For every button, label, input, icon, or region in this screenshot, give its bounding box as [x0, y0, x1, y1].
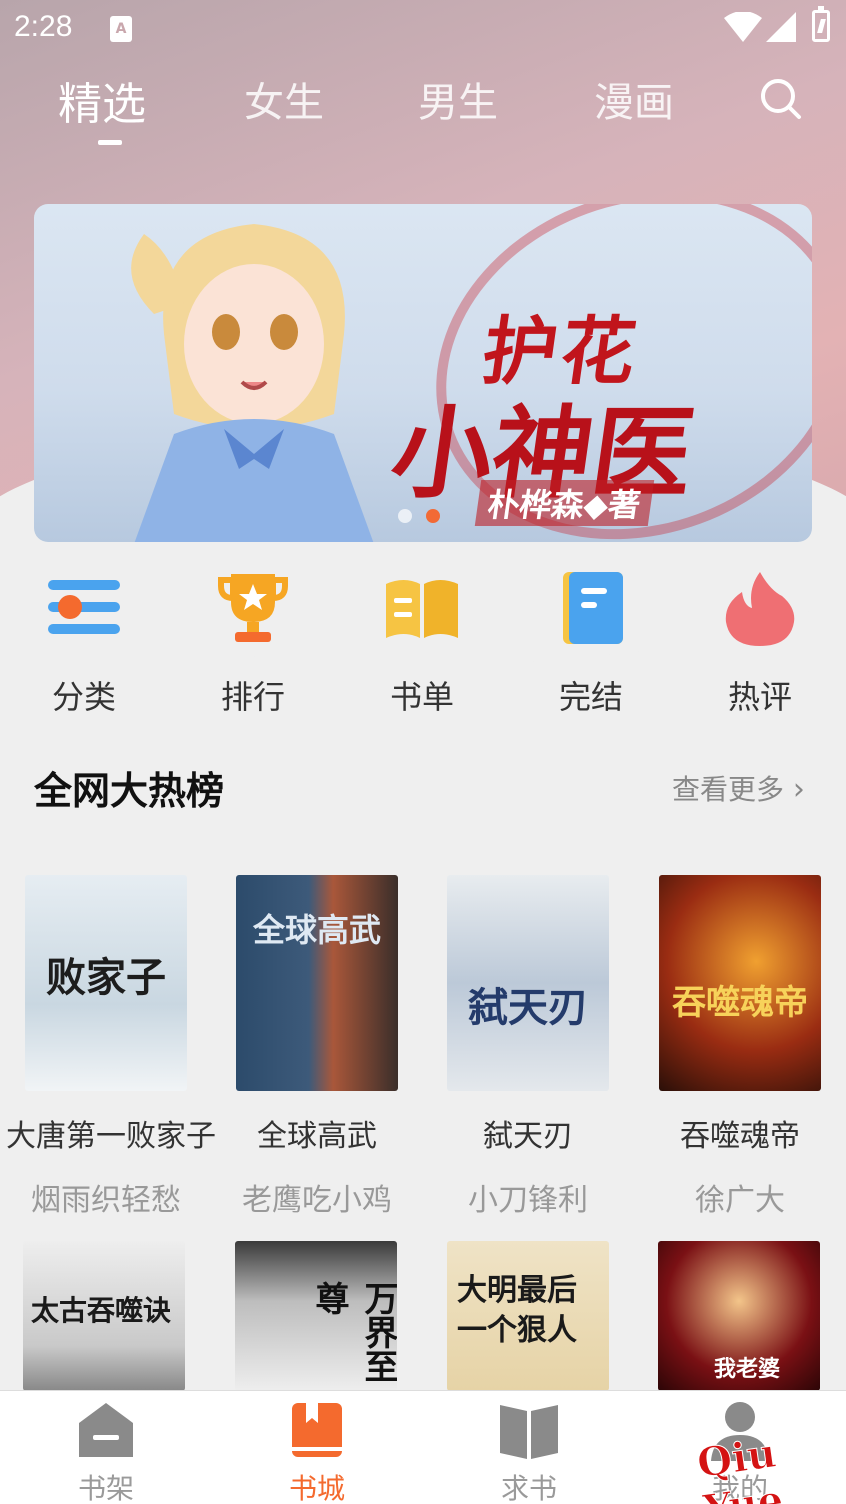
chevron-right-icon: › — [792, 772, 805, 807]
nav-label: 书城 — [288, 1472, 345, 1504]
home-icon — [79, 1403, 133, 1457]
book-cover: 全球高武 — [236, 875, 398, 1091]
book-cover: 败家子 — [25, 875, 187, 1091]
quick-link-booklist[interactable]: 书单 — [352, 560, 492, 718]
app-notification-icon: A — [110, 16, 132, 42]
book-cover-title: 吞噬魂帝 — [672, 983, 808, 1023]
book-cover: 吞噬魂帝 — [659, 875, 821, 1091]
promo-banner[interactable]: 护花 小神医 朴桦森◆著 — [34, 204, 812, 542]
category-icon — [48, 580, 120, 634]
book-cover[interactable]: 大明最后一个狠人 — [447, 1241, 609, 1391]
book-cover-title: 全球高武 — [252, 911, 381, 949]
book-cover[interactable]: 太古吞噬诀 — [23, 1241, 185, 1391]
pagination-dot[interactable] — [398, 509, 412, 523]
quick-link-ranking[interactable]: 排行 — [183, 560, 323, 718]
book-cover-title: 败家子 — [46, 954, 166, 1001]
book-cover-title: 太古吞噬诀 — [31, 1294, 172, 1327]
quick-link-finished[interactable]: 完结 — [521, 560, 661, 718]
book-card[interactable]: 弑天刃 弑天刃 小刀锋利 — [428, 875, 628, 1219]
book-cover-title: 大明最后一个狠人 — [457, 1273, 577, 1348]
search-icon[interactable] — [758, 76, 802, 120]
active-tab-indicator — [98, 140, 122, 145]
quick-link-label: 热评 — [727, 678, 792, 716]
tab-featured[interactable]: 精选 — [58, 68, 146, 132]
tab-male[interactable]: 男生 — [418, 70, 498, 128]
book-icon — [292, 1403, 342, 1457]
book-title: 吞噬魂帝 — [680, 1119, 800, 1154]
book-cover: 弑天刃 — [447, 875, 609, 1091]
nav-label: 书架 — [77, 1472, 134, 1504]
open-book-icon — [386, 580, 458, 638]
book-cover-title: 我老婆 — [714, 1356, 781, 1382]
book-card[interactable]: 全球高武 全球高武 老鹰吃小鸡 — [217, 875, 417, 1219]
quick-link-category[interactable]: 分类 — [14, 560, 154, 718]
book-author: 老鹰吃小鸡 — [242, 1183, 392, 1218]
book-title: 弑天刃 — [483, 1119, 573, 1154]
quick-link-label: 排行 — [220, 678, 285, 716]
book-cover-title: 万界至尊 — [309, 1281, 397, 1383]
banner-pagination — [398, 508, 454, 527]
status-bar: 2:28 A — [0, 0, 846, 60]
view-more-link[interactable]: 查看更多 › — [672, 768, 805, 808]
nav-request-book[interactable]: 求书 — [469, 1399, 589, 1504]
trophy-icon — [218, 574, 288, 642]
book-author: 徐广大 — [695, 1183, 785, 1218]
nav-label: 求书 — [500, 1472, 557, 1504]
finished-book-icon — [563, 572, 623, 644]
quick-links: 分类 排行 书单 完结 热评 — [0, 560, 846, 716]
book-cover[interactable]: 万界至尊 — [235, 1241, 397, 1391]
banner-author: 朴桦森◆著 — [474, 480, 654, 526]
quick-link-label: 分类 — [51, 678, 116, 716]
section-title: 全网大热榜 — [34, 769, 225, 813]
hot-books-list-row2: 太古吞噬诀 万界至尊 大明最后一个狠人 我老婆 — [0, 1241, 846, 1391]
open-book-icon — [500, 1405, 558, 1459]
tab-comics[interactable]: 漫画 — [594, 70, 674, 128]
nav-bookshelf[interactable]: 书架 — [46, 1399, 166, 1504]
status-time: 2:28 — [14, 10, 73, 43]
book-title: 全球高武 — [257, 1119, 377, 1154]
pagination-dot-active[interactable] — [426, 509, 440, 523]
flame-icon — [725, 572, 795, 646]
view-more-label: 查看更多 — [672, 773, 785, 806]
quick-link-label: 完结 — [558, 678, 623, 716]
quick-link-hot-reviews[interactable]: 热评 — [690, 560, 830, 718]
book-cover[interactable]: 我老婆 — [658, 1241, 820, 1391]
top-tab-bar: 精选 女生 男生 漫画 — [0, 60, 846, 160]
book-author: 小刀锋利 — [468, 1183, 588, 1218]
battery-icon — [812, 6, 830, 42]
wifi-icon — [724, 12, 762, 42]
banner-character-illustration — [131, 224, 374, 542]
book-card[interactable]: 败家子 大唐第一败家子 烟雨织轻愁 — [6, 875, 216, 1219]
quick-link-label: 书单 — [389, 678, 454, 716]
book-title: 大唐第一败家子 — [6, 1119, 216, 1154]
nav-bookstore[interactable]: 书城 — [257, 1399, 377, 1504]
tab-female[interactable]: 女生 — [244, 70, 324, 128]
signal-icon — [766, 12, 796, 42]
book-cover-title: 弑天刃 — [468, 984, 588, 1031]
book-card[interactable]: 吞噬魂帝 吞噬魂帝 徐广大 — [640, 875, 840, 1219]
book-author: 烟雨织轻愁 — [31, 1183, 181, 1218]
